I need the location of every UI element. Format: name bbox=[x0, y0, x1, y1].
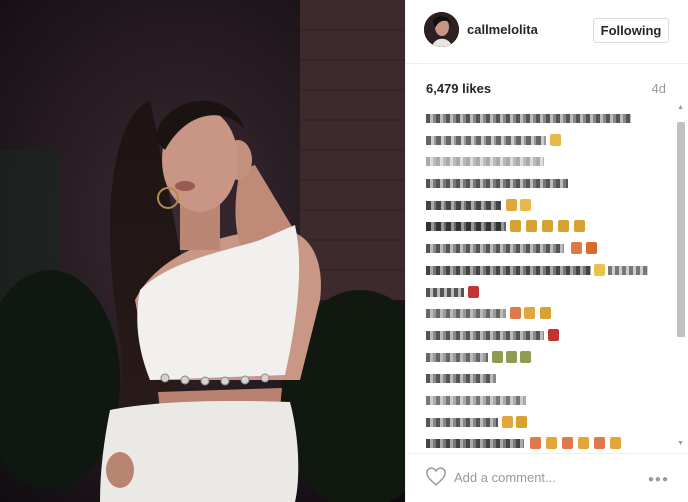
emoji-icon bbox=[520, 350, 531, 363]
more-options-icon[interactable]: ●●● bbox=[648, 474, 669, 485]
pixelated-text bbox=[426, 417, 498, 427]
comment-line bbox=[426, 435, 671, 450]
comment-line bbox=[426, 110, 671, 130]
comment-line bbox=[426, 175, 671, 195]
emoji-icon bbox=[520, 198, 531, 211]
avatar-image bbox=[424, 12, 459, 47]
emoji-icon bbox=[571, 242, 582, 255]
pixelated-text bbox=[426, 200, 501, 210]
comment-line bbox=[426, 218, 671, 238]
pixelated-text bbox=[426, 395, 526, 405]
pixelated-text bbox=[426, 157, 544, 167]
pixelated-text bbox=[426, 287, 464, 297]
following-button[interactable]: Following bbox=[593, 18, 669, 43]
post-age[interactable]: 4d bbox=[652, 81, 666, 96]
comment-line bbox=[426, 392, 671, 412]
comments-scrollbar[interactable]: ▲ ▼ bbox=[676, 104, 686, 448]
comment-line bbox=[426, 349, 671, 369]
emoji-icon bbox=[546, 437, 557, 450]
username[interactable]: callmelolita bbox=[467, 22, 538, 37]
pixelated-text bbox=[426, 309, 506, 319]
likes-count[interactable]: 6,479 likes bbox=[426, 81, 491, 96]
emoji-icon bbox=[502, 415, 513, 428]
emoji-icon bbox=[516, 415, 527, 428]
pixelated-text bbox=[426, 374, 496, 384]
pixelated-text bbox=[426, 439, 524, 449]
comment-line bbox=[426, 197, 671, 217]
scroll-thumb[interactable] bbox=[677, 122, 685, 337]
pixelated-text bbox=[426, 352, 488, 362]
post-photo[interactable] bbox=[0, 0, 405, 502]
heart-icon[interactable] bbox=[426, 467, 446, 486]
comment-line bbox=[426, 262, 671, 282]
avatar[interactable] bbox=[424, 12, 459, 47]
emoji-icon bbox=[610, 437, 621, 450]
pixelated-text bbox=[426, 114, 631, 123]
pixelated-text bbox=[608, 265, 648, 275]
emoji-icon bbox=[492, 350, 503, 363]
comment-line bbox=[426, 284, 671, 304]
emoji-icon bbox=[594, 263, 605, 276]
post-side-panel: callmelolita Following 6,479 likes 4d ▲ … bbox=[405, 0, 688, 502]
post-header: callmelolita Following bbox=[406, 0, 688, 64]
emoji-icon bbox=[530, 437, 541, 450]
emoji-icon bbox=[540, 307, 551, 320]
emoji-icon bbox=[594, 437, 605, 450]
pixelated-text bbox=[426, 179, 568, 189]
emoji-icon bbox=[574, 220, 585, 233]
emoji-icon bbox=[542, 220, 553, 233]
emoji-icon bbox=[562, 437, 573, 450]
emoji-icon bbox=[506, 198, 517, 211]
pixelated-text bbox=[426, 135, 546, 145]
comments-list bbox=[426, 110, 671, 450]
emoji-icon bbox=[506, 350, 517, 363]
comment-line bbox=[426, 414, 671, 434]
scroll-down-arrow-icon[interactable]: ▼ bbox=[677, 440, 684, 448]
comment-line bbox=[426, 240, 671, 260]
photo-illustration bbox=[0, 0, 405, 502]
pixelated-text bbox=[426, 222, 506, 232]
instagram-post-modal: callmelolita Following 6,479 likes 4d ▲ … bbox=[0, 0, 688, 502]
comment-line bbox=[426, 370, 671, 390]
emoji-icon bbox=[524, 307, 535, 320]
comment-line bbox=[426, 153, 671, 173]
comment-footer: ●●● bbox=[406, 453, 688, 502]
emoji-icon bbox=[510, 220, 521, 233]
comment-line bbox=[426, 132, 671, 152]
emoji-icon bbox=[558, 220, 569, 233]
emoji-icon bbox=[510, 307, 521, 320]
emoji-icon bbox=[550, 133, 561, 146]
pixelated-text bbox=[426, 244, 564, 254]
emoji-icon bbox=[548, 328, 559, 341]
emoji-icon bbox=[468, 285, 479, 298]
add-comment-input[interactable] bbox=[454, 467, 634, 487]
pixelated-text bbox=[426, 265, 591, 275]
comment-line bbox=[426, 305, 671, 325]
pixelated-text bbox=[426, 330, 544, 340]
emoji-icon bbox=[578, 437, 589, 450]
scroll-up-arrow-icon[interactable]: ▲ bbox=[677, 104, 684, 112]
emoji-icon bbox=[586, 242, 597, 255]
emoji-icon bbox=[526, 220, 537, 233]
comment-line bbox=[426, 327, 671, 347]
